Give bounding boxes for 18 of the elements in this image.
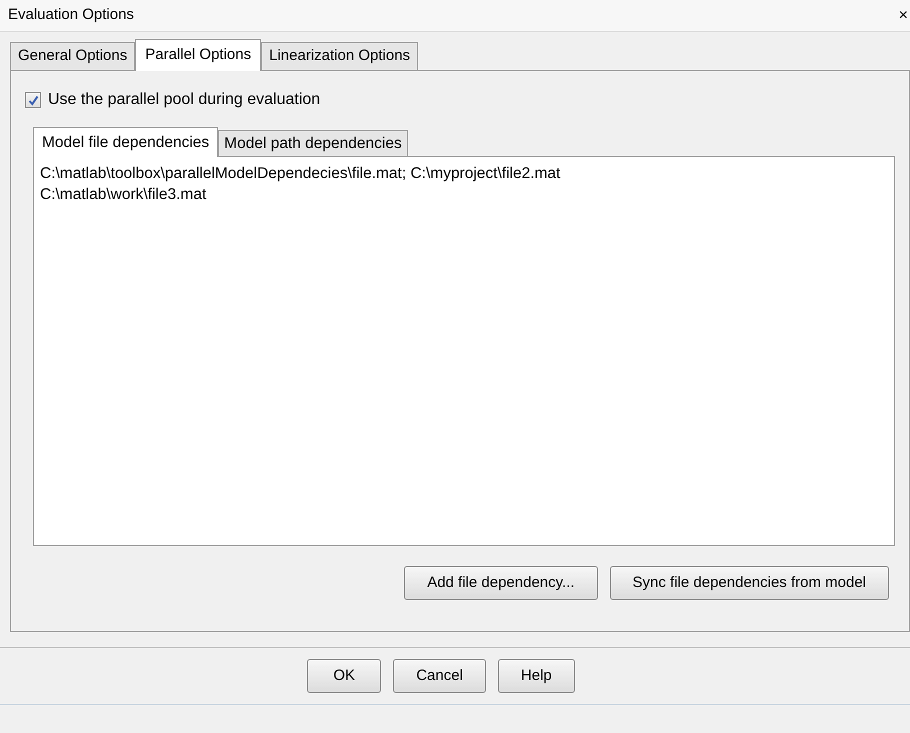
file-path-text: C:\matlab\toolbox\parallelModelDependecies\file.mat; C:\myproject\file2.mat (40, 164, 562, 184)
close-button[interactable]: × (898, 8, 908, 24)
action-button[interactable]: Sync file dependencies from model (610, 566, 889, 600)
action-button[interactable]: Add file dependency... (404, 566, 598, 600)
dialog-button[interactable]: OK (307, 659, 382, 693)
tab[interactable]: Linearization Options (261, 42, 418, 70)
tab[interactable]: Model file dependencies (33, 127, 218, 157)
file-path-text: C:\matlab\work\file3.mat (40, 185, 208, 205)
dependencies-text-area[interactable]: C:\matlab\toolbox\parallelModelDependecies\file.mat; C:\myproject\file2.mat C:\matlab\work\file3.mat (33, 156, 895, 546)
checkbox-label: Use the parallel pool during evaluation (48, 90, 320, 110)
tab[interactable]: General Options (10, 42, 136, 70)
dialog-button[interactable]: Cancel (393, 659, 486, 693)
window-title: Evaluation Options (8, 5, 134, 26)
tab[interactable]: Model path dependencies (218, 130, 408, 156)
tab[interactable]: Parallel Options (135, 39, 262, 71)
check-icon (28, 94, 38, 106)
dialog-button[interactable]: Help (498, 659, 575, 693)
checkbox[interactable] (25, 92, 41, 108)
